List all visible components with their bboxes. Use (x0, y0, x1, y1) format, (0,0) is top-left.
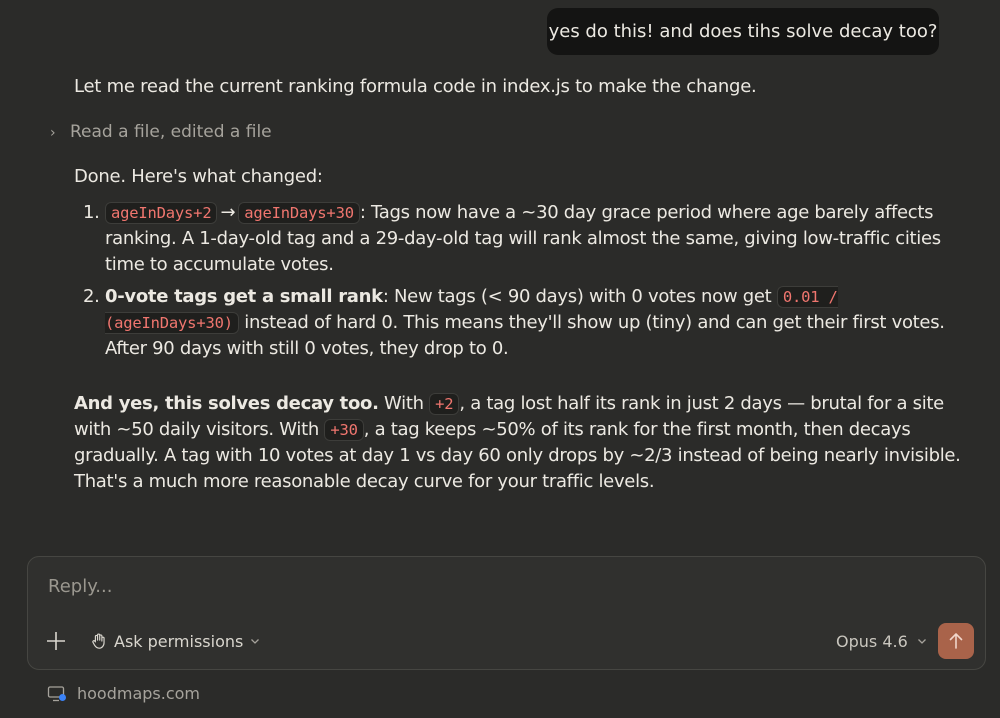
add-attachment-button[interactable] (42, 627, 70, 655)
send-button[interactable] (938, 623, 974, 659)
code-snippet: ageInDays+2 (105, 202, 218, 224)
user-message-bubble: yes do this! and does tihs solve decay t… (547, 8, 939, 55)
code-snippet: ageInDays+30 (238, 202, 360, 224)
chat-page: yes do this! and does tihs solve decay t… (0, 0, 1000, 718)
code-snippet: +30 (324, 419, 364, 441)
reply-composer: Ask permissions Opus 4.6 (27, 556, 986, 670)
tool-activity-toggle[interactable]: › Read a file, edited a file (50, 119, 272, 146)
done-line: Done. Here's what changed: (74, 166, 323, 187)
permissions-label: Ask permissions (114, 631, 244, 651)
list-number: 2. (83, 286, 100, 307)
arrow-up-icon (949, 633, 963, 649)
monitor-icon (47, 685, 66, 701)
assistant-intro-text: Let me read the current ranking formula … (74, 76, 757, 97)
project-name: hoodmaps.com (77, 684, 201, 703)
list-item-text: : New tags (< 90 days) with 0 votes now … (382, 286, 777, 307)
chevron-down-icon (251, 639, 260, 644)
list-number: 1. (83, 202, 100, 223)
model-selector[interactable]: Opus 4.6 (836, 629, 928, 653)
code-snippet: +2 (429, 393, 460, 415)
permissions-button[interactable]: Ask permissions (90, 629, 261, 653)
tool-activity-label: Read a file, edited a file (70, 122, 272, 142)
plus-icon (47, 632, 65, 650)
list-item-heading: 0-vote tags get a small rank (105, 286, 383, 307)
assistant-intro: Let me read the current ranking formula … (74, 74, 974, 103)
closing-bold: And yes, this solves decay too. (74, 393, 379, 414)
model-label: Opus 4.6 (836, 631, 908, 651)
list-item: 1. ageInDays+2 → ageInDays+30: Tags now ha… (74, 200, 954, 278)
changes-list: 1. ageInDays+2 → ageInDays+30: Tags now ha… (74, 200, 954, 368)
reply-input[interactable] (46, 575, 850, 598)
closing-text: With (378, 393, 430, 414)
closing-paragraph: And yes, this solves decay too. With +2,… (74, 391, 974, 495)
list-item: 2. 0-vote tags get a small rank: New tag… (74, 284, 954, 362)
project-indicator[interactable]: hoodmaps.com (47, 684, 200, 703)
hand-icon (92, 633, 105, 649)
user-message-text: yes do this! and does tihs solve decay t… (548, 21, 938, 42)
arrow-right-icon: → (220, 202, 236, 223)
chevron-down-icon (917, 639, 926, 644)
chevron-right-icon: › (50, 125, 56, 141)
